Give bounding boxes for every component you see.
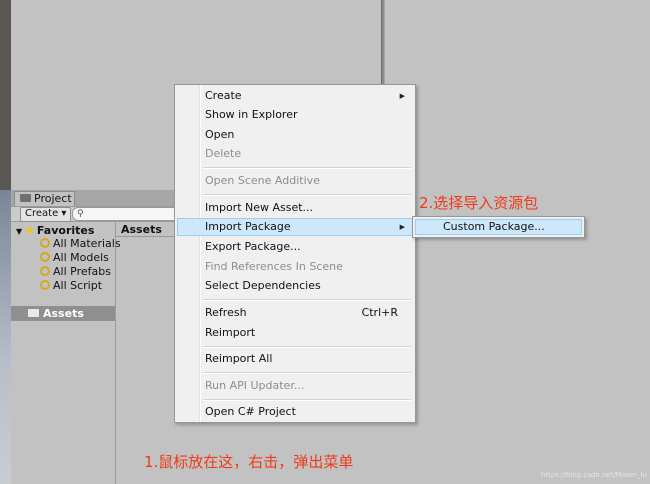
menu-item-reimport[interactable]: Reimport [205,326,255,340]
submenu-arrow-icon: ▶ [399,223,405,231]
favorite-item-models[interactable]: All Models [40,251,109,264]
menu-item-show-in-explorer[interactable]: Show in Explorer [205,108,298,122]
menu-item-open-scene-additive: Open Scene Additive [205,174,320,187]
menu-item-custom-package[interactable]: Custom Package... [443,220,545,234]
menu-separator [203,299,411,301]
folder-icon [28,309,39,317]
watermark: https://blog.csdn.net/Maker_lu [540,471,647,479]
menu-separator [203,167,411,169]
search-icon: ⚲ [77,209,84,219]
tab-project[interactable]: Project [14,191,75,207]
menu-item-open[interactable]: Open [205,128,234,142]
menu-item-run-api-updater: Run API Updater... [205,379,305,392]
menu-icon-gutter [199,85,201,422]
menu-item-open-csharp-project[interactable]: Open C# Project [205,405,296,419]
assets-folder-label: Assets [43,307,84,320]
menu-item-create[interactable]: Create [205,89,242,103]
scene-view-edge-lower [0,190,11,484]
favorite-item-label: All Models [53,251,109,264]
menu-separator [203,194,411,196]
refresh-shortcut: Ctrl+R [361,306,398,319]
tab-project-label: Project [34,192,72,205]
annotation-step1: 1.鼠标放在这，右击，弹出菜单 [144,453,354,471]
annotation-step2: 2.选择导入资源包 [419,194,539,212]
menu-item-export-package[interactable]: Export Package... [205,240,301,254]
menu-item-reimport-all[interactable]: Reimport All [205,352,272,366]
menu-item-find-references: Find References In Scene [205,260,343,273]
breadcrumb-assets: Assets [121,223,162,236]
submenu-arrow-icon: ▶ [399,92,405,100]
menu-item-import-package[interactable]: Import Package [205,220,291,234]
scene-view-edge [0,0,11,190]
context-menu: Create ▶ Show in Explorer Open Delete Op… [174,84,416,423]
menu-item-import-new-asset[interactable]: Import New Asset... [205,201,313,215]
create-label: Create [25,208,59,219]
favorite-item-label: All Script [53,279,103,292]
search-filter-icon [40,252,50,262]
menu-item-select-dependencies[interactable]: Select Dependencies [205,279,321,293]
search-filter-icon [40,280,50,290]
search-filter-icon [40,238,50,248]
favorites-label: Favorites [36,224,95,237]
create-dropdown-button[interactable]: Create ▾ [20,207,72,222]
favorite-item-prefabs[interactable]: All Prefabs [40,265,111,278]
menu-item-refresh[interactable]: Refresh [205,306,247,320]
favorite-item-label: All Prefabs [53,265,111,278]
inspector-panel [385,0,650,484]
folder-icon [20,194,31,202]
favorites-node[interactable]: ▼ ★ Favorites [16,223,94,237]
assets-folder-node[interactable]: Assets [11,306,115,321]
star-icon: ★ [24,223,35,237]
favorite-item-scripts[interactable]: All Script [40,279,102,292]
favorite-item-materials[interactable]: All Materials [40,237,121,250]
favorite-item-label: All Materials [53,237,121,250]
import-package-submenu: Custom Package... [412,216,585,238]
menu-item-delete: Delete [205,147,242,160]
menu-separator [203,372,411,374]
dropdown-arrow-icon: ▾ [61,208,67,219]
expand-arrow-icon: ▼ [16,227,23,236]
search-input[interactable]: ⚲ [72,207,184,221]
menu-separator [203,399,411,401]
search-filter-icon [40,266,50,276]
menu-separator [203,346,411,348]
